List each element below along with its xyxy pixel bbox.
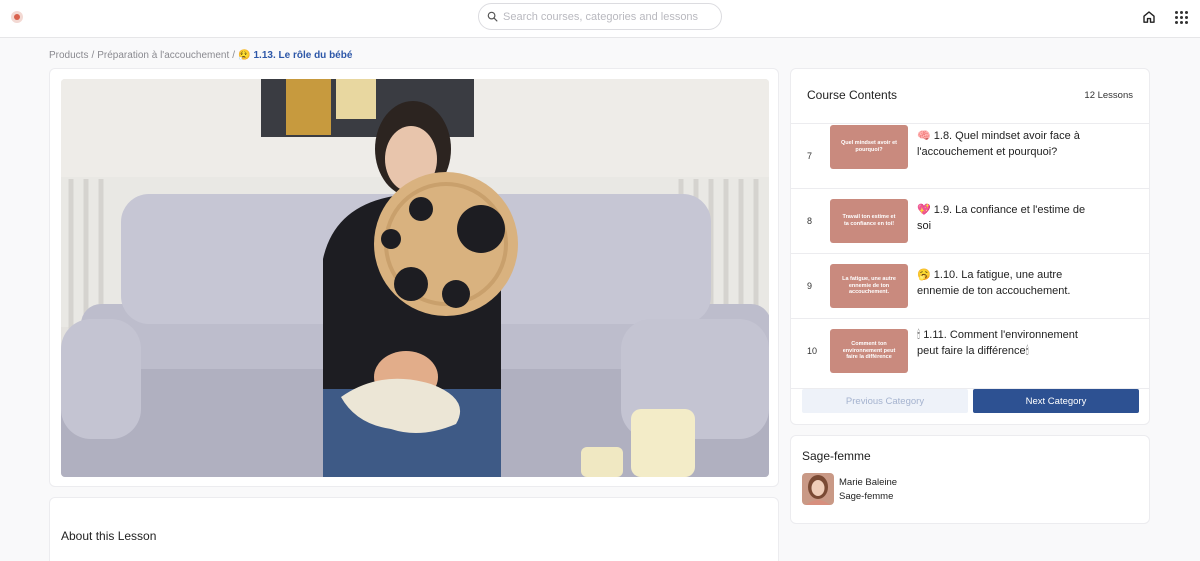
lesson-title-text: 1.10. La fatigue, une autre ennemie de t… (917, 269, 1071, 297)
lesson-list: 7 Quel mindset avoir et pourquoi? 🧠 1.8.… (791, 123, 1149, 389)
author-role: Sage-femme (839, 491, 894, 502)
lesson-thumbnail[interactable]: Travail ton estime et ta confiance en to… (830, 199, 908, 243)
apps-grid-icon[interactable] (1173, 9, 1189, 25)
author-name[interactable]: Marie Baleine (839, 477, 897, 488)
lesson-title-text: 1.11. Comment l'environnement peut faire… (917, 329, 1078, 357)
about-title: About this Lesson (61, 529, 157, 543)
top-bar (0, 0, 1200, 38)
app-logo[interactable] (11, 11, 23, 23)
search-icon (487, 11, 498, 22)
author-card: Sage-femme Marie Baleine Sage-femme (790, 435, 1150, 524)
lesson-title-text: 1.8. Quel mindset avoir face à l'accouch… (917, 130, 1080, 158)
grid-dot (1175, 21, 1178, 24)
search-box[interactable] (478, 3, 722, 30)
grid-dot (1185, 11, 1188, 14)
lesson-emoji: 🧠 (917, 129, 931, 142)
lesson-row-7[interactable]: 7 Quel mindset avoir et pourquoi? 🧠 1.8.… (791, 124, 1149, 189)
grid-dot (1175, 16, 1178, 19)
author-heading: Sage-femme (802, 449, 871, 463)
avatar[interactable] (802, 473, 834, 505)
lesson-emoji: 🥱 (917, 268, 931, 281)
home-button[interactable] (1140, 8, 1158, 26)
course-contents-title: Course Contents (807, 88, 898, 102)
avatar-image (802, 473, 834, 505)
lesson-row-10[interactable]: 10 Comment ton environnement peut faire … (791, 319, 1149, 389)
lesson-title[interactable]: 🧠 1.8. Quel mindset avoir face à l'accou… (917, 128, 1093, 160)
grid-dot (1185, 21, 1188, 24)
lesson-thumbnail[interactable]: Quel mindset avoir et pourquoi? (830, 125, 908, 169)
about-lesson-card: About this Lesson (49, 497, 779, 561)
lesson-title[interactable]: 🥱 1.10. La fatigue, une autre ennemie de… (917, 267, 1093, 299)
lessons-count: 12 Lessons (1084, 90, 1133, 101)
lesson-title[interactable]: 💖 1.9. La confiance et l'estime de soi (917, 202, 1093, 234)
breadcrumb-emoji: 😮‍💨 (238, 50, 251, 61)
lesson-video[interactable] (61, 79, 769, 477)
breadcrumb-products[interactable]: Products (49, 50, 88, 61)
lesson-number: 7 (807, 151, 813, 161)
grid-dot (1175, 11, 1178, 14)
grid-dot (1180, 16, 1183, 19)
breadcrumb-current: 1.13. Le rôle du bébé (253, 50, 353, 61)
lesson-emoji: 🕯 (917, 328, 921, 341)
search-input[interactable] (503, 10, 713, 23)
video-card (49, 68, 779, 487)
lesson-number: 8 (807, 216, 813, 226)
course-contents-card: Course Contents 12 Lessons 7 Quel mindse… (790, 68, 1150, 425)
lesson-number: 10 (807, 346, 818, 356)
home-icon (1143, 11, 1155, 23)
lesson-row-8[interactable]: 8 Travail ton estime et ta confiance en … (791, 189, 1149, 254)
lesson-thumbnail[interactable]: La fatigue, une autre ennemie de ton acc… (830, 264, 908, 308)
next-category-button[interactable]: Next Category (973, 389, 1139, 413)
lesson-emoji: 💖 (917, 203, 931, 216)
grid-dot (1180, 21, 1183, 24)
lesson-row-9[interactable]: 9 La fatigue, une autre ennemie de ton a… (791, 254, 1149, 319)
previous-category-button[interactable]: Previous Category (802, 389, 968, 413)
breadcrumb-category[interactable]: Préparation à l'accouchement (97, 50, 229, 61)
breadcrumb-separator: / (91, 50, 95, 61)
lesson-title-text: 1.9. La confiance et l'estime de soi (917, 204, 1086, 232)
breadcrumb: Products / Préparation à l'accouchement … (49, 50, 352, 61)
lesson-number: 9 (807, 281, 813, 291)
video-frame (61, 79, 769, 477)
lesson-thumbnail[interactable]: Comment ton environnement peut faire la … (830, 329, 908, 373)
breadcrumb-separator: / (232, 50, 236, 61)
grid-dot (1180, 11, 1183, 14)
lesson-title[interactable]: 🕯 1.11. Comment l'environnement peut fai… (917, 327, 1093, 359)
grid-dot (1185, 16, 1188, 19)
